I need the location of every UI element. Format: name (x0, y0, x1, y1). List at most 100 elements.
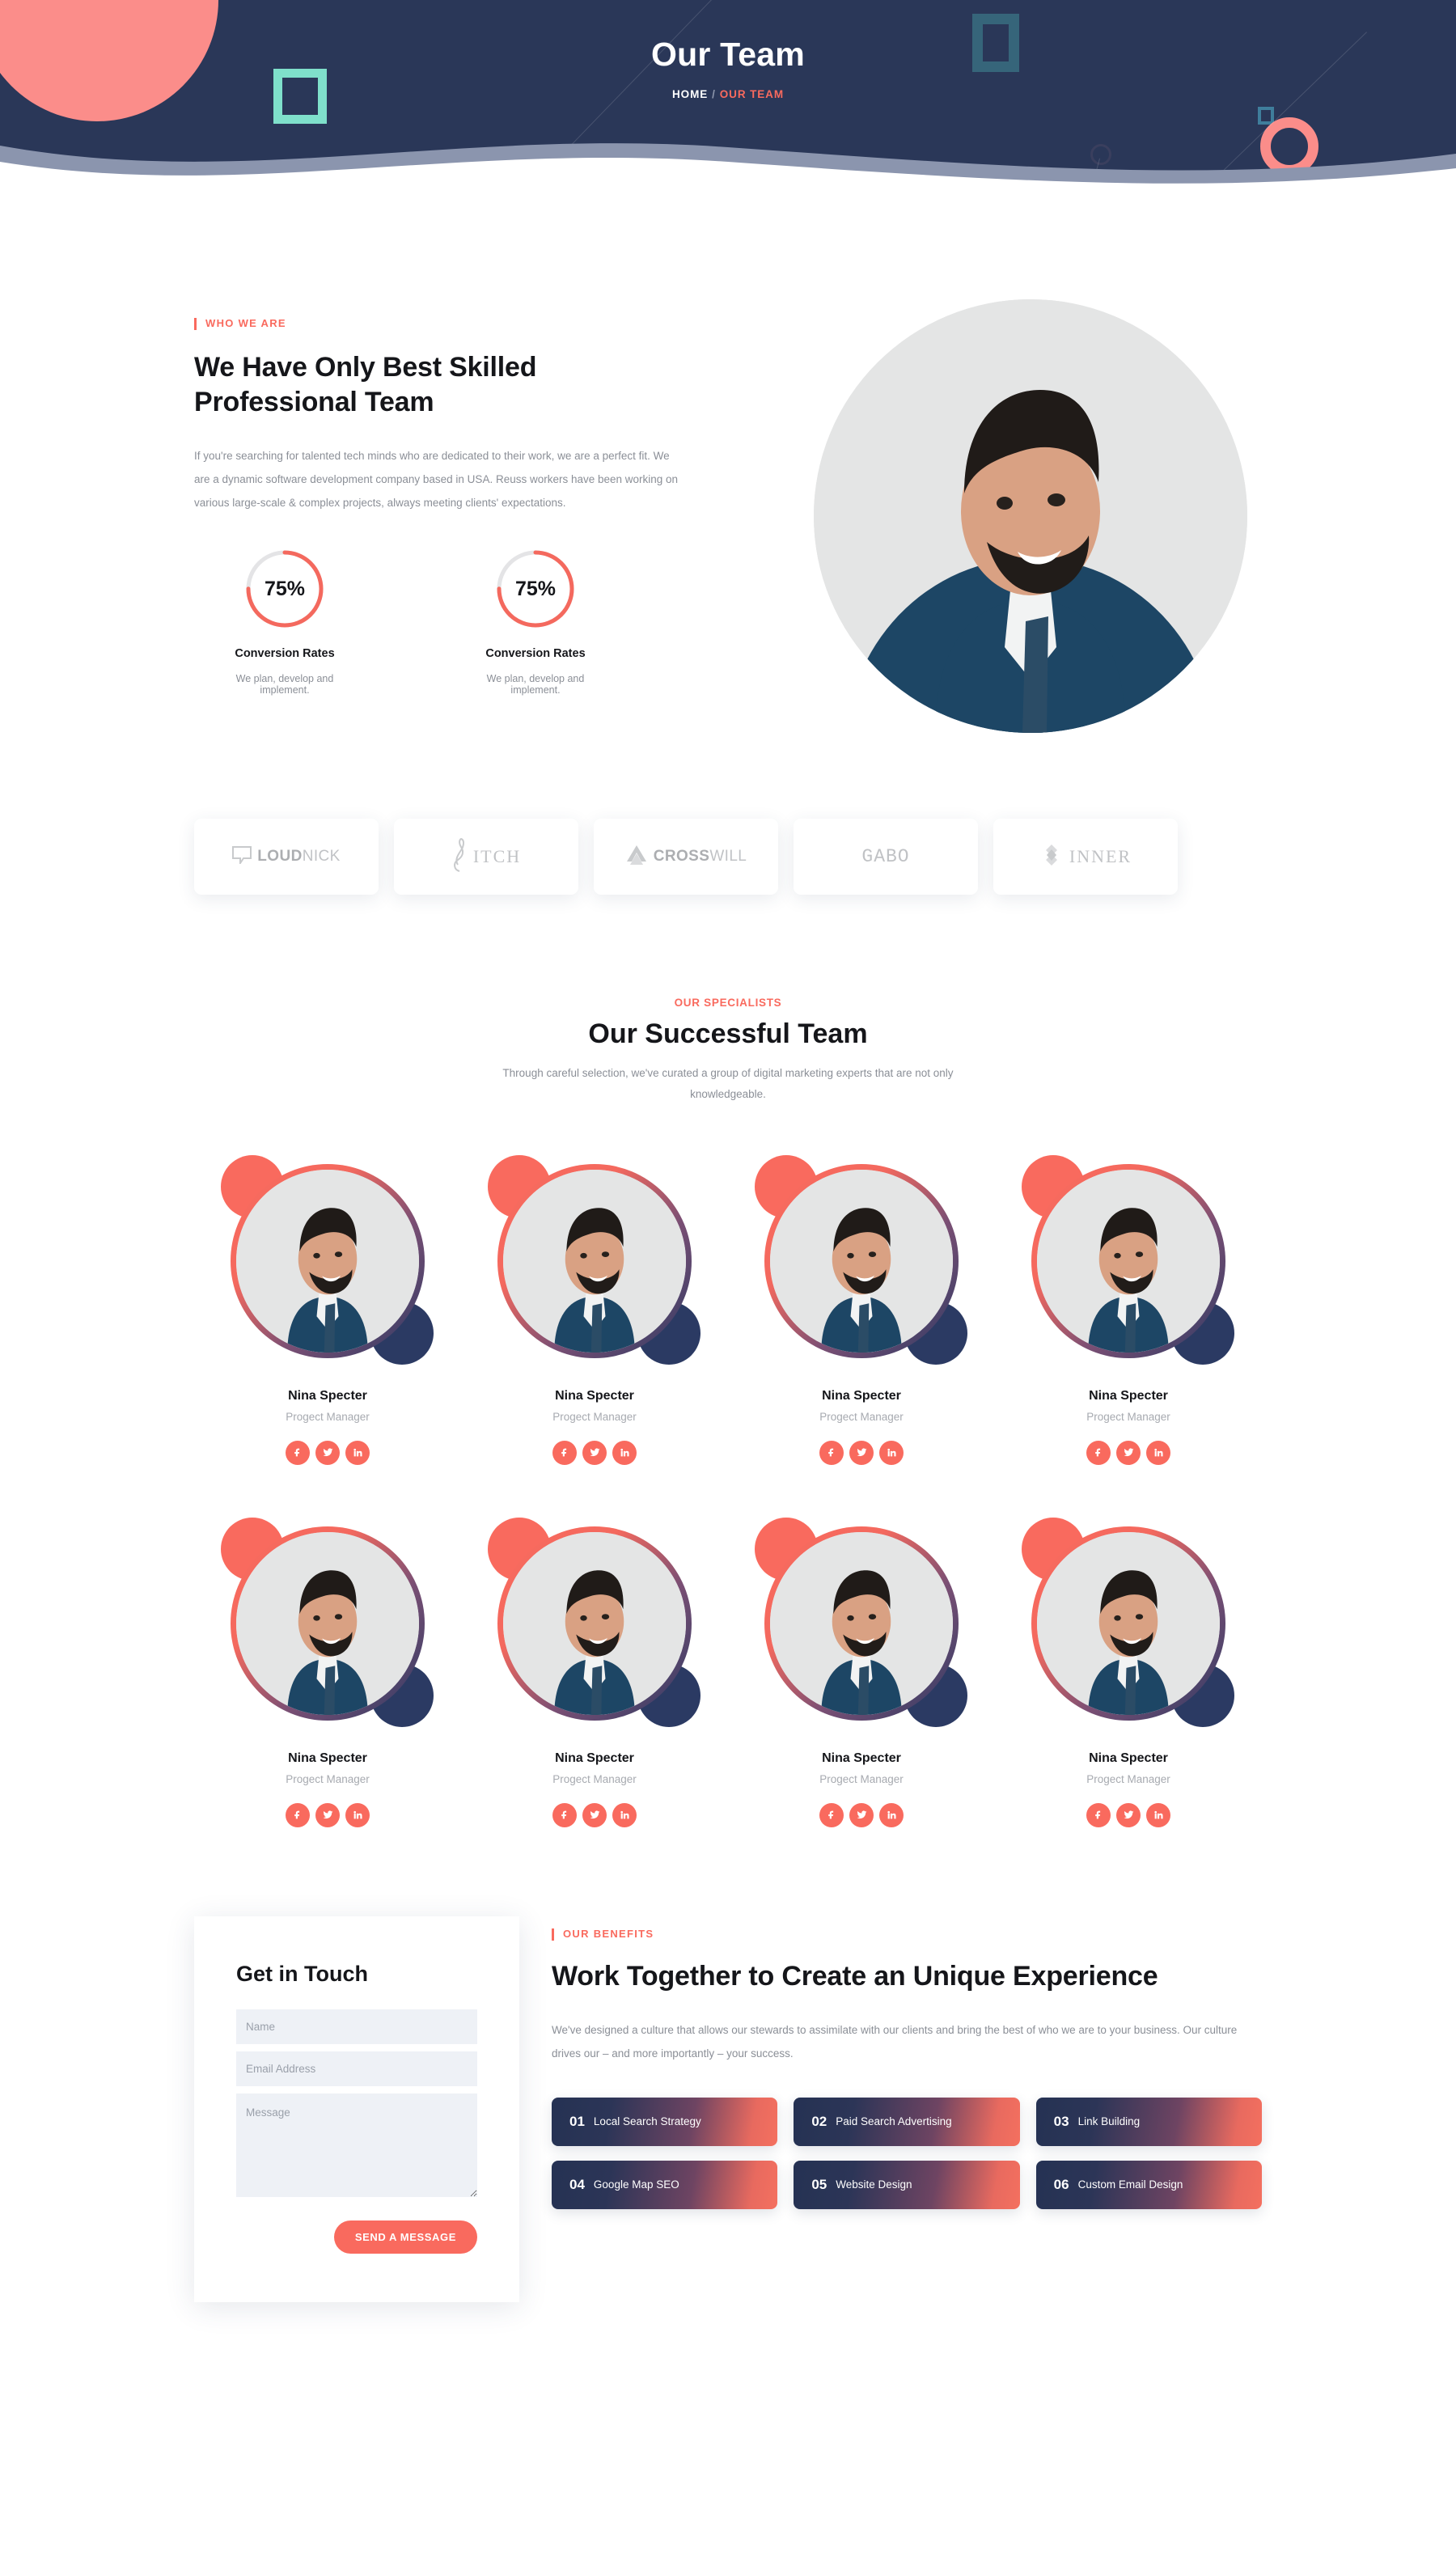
team-member-name: Nina Specter (555, 1388, 634, 1403)
team-member-avatar (1020, 1515, 1237, 1732)
linkedin-icon[interactable] (345, 1802, 370, 1827)
page-title: Our Team (651, 36, 805, 73)
message-textarea[interactable] (236, 2093, 477, 2197)
benefit-pill[interactable]: 04 Google Map SEO (552, 2160, 778, 2209)
facebook-icon[interactable] (819, 1440, 844, 1465)
twitter-icon[interactable] (849, 1440, 874, 1465)
benefit-pill[interactable]: 03 Link Building (1035, 2097, 1262, 2146)
benefit-pill-number: 05 (811, 2176, 827, 2192)
stat-description: We plan, develop and implement. (486, 673, 585, 696)
partner-logo-text: ITCH (472, 846, 522, 866)
twitter-icon[interactable] (849, 1802, 874, 1827)
twitter-icon[interactable] (315, 1440, 340, 1465)
chevron-mark-icon (625, 844, 648, 870)
stat-title: Conversion Rates (235, 647, 335, 661)
team-grid: Nina Specter Progect Manager Nina Specter P… (194, 1153, 1262, 1827)
team-member-card: Nina Specter Progect Manager (194, 1515, 461, 1827)
stat-block: 75% Conversion Rates We plan, develop an… (225, 548, 345, 696)
twitter-icon[interactable] (582, 1802, 607, 1827)
benefit-pill-number: 02 (811, 2113, 827, 2129)
benefits-heading: Work Together to Create an Unique Experi… (552, 1960, 1158, 1992)
who-we-are-heading: We Have Only Best Skilled Professional T… (194, 352, 537, 418)
facebook-icon[interactable] (1086, 1802, 1111, 1827)
facebook-icon[interactable] (552, 1440, 577, 1465)
team-member-avatar (219, 1515, 436, 1732)
breadcrumb-home-link[interactable]: HOME (672, 88, 708, 100)
twitter-icon[interactable] (582, 1440, 607, 1465)
benefit-pill-label: Custom Email Design (1077, 2178, 1183, 2191)
linkedin-icon[interactable] (879, 1802, 904, 1827)
team-member-socials (194, 1802, 461, 1827)
facebook-icon[interactable] (819, 1802, 844, 1827)
partner-logos-section: LOUDNICK ITCH CROSSWILL GABO INNER (0, 733, 1456, 895)
avatar (1037, 1169, 1220, 1353)
facebook-icon[interactable] (552, 1802, 577, 1827)
benefit-pill-number: 06 (1053, 2176, 1069, 2192)
benefit-pill-number: 03 (1053, 2113, 1069, 2129)
twitter-icon[interactable] (315, 1802, 340, 1827)
team-member-socials (461, 1802, 728, 1827)
linkedin-icon[interactable] (345, 1440, 370, 1465)
treble-clef-icon (451, 837, 468, 877)
team-member-role: Progect Manager (819, 1410, 904, 1423)
team-member-card: Nina Specter Progect Manager (728, 1153, 995, 1465)
breadcrumb-separator: / (712, 88, 716, 100)
stat-title: Conversion Rates (485, 647, 586, 661)
name-input[interactable] (236, 2009, 477, 2044)
benefits-section: Get in Touch SEND A MESSAGE OUR BENEFITS… (0, 1827, 1456, 2399)
team-member-name: Nina Specter (1089, 1388, 1168, 1403)
partner-logo-text: INNER (1069, 846, 1132, 866)
benefit-pill[interactable]: 02 Paid Search Advertising (794, 2097, 1020, 2146)
team-member-avatar (486, 1153, 703, 1370)
benefits-paragraph: We've designed a culture that allows our… (552, 2023, 1238, 2060)
team-member-card: Nina Specter Progect Manager (461, 1515, 728, 1827)
twitter-icon[interactable] (1116, 1440, 1141, 1465)
partner-logo-text: GABO (861, 846, 910, 867)
team-member-avatar (219, 1153, 436, 1370)
team-member-role: Progect Manager (1086, 1772, 1170, 1785)
twitter-icon[interactable] (1116, 1802, 1141, 1827)
team-subtext: Through careful selection, we've curated… (502, 1067, 954, 1101)
benefit-pill-label: Local Search Strategy (593, 2115, 701, 2128)
benefit-pill[interactable]: 01 Local Search Strategy (552, 2097, 778, 2146)
stats-row: 75% Conversion Rates We plan, develop an… (194, 548, 696, 696)
team-member-socials (194, 1440, 461, 1465)
linkedin-icon[interactable] (879, 1440, 904, 1465)
partner-logo-pitch[interactable]: ITCH (394, 819, 578, 895)
facebook-icon[interactable] (286, 1802, 310, 1827)
avatar (236, 1169, 419, 1353)
stat-description: We plan, develop and implement. (235, 673, 334, 696)
linkedin-icon[interactable] (1146, 1802, 1170, 1827)
send-message-button[interactable]: SEND A MESSAGE (333, 2220, 477, 2254)
linkedin-icon[interactable] (612, 1440, 637, 1465)
progress-ring: 75% (495, 548, 576, 629)
facebook-icon[interactable] (286, 1440, 310, 1465)
team-member-avatar (753, 1515, 970, 1732)
stat-percent: 75% (264, 577, 306, 600)
team-member-name: Nina Specter (288, 1751, 367, 1765)
team-member-name: Nina Specter (555, 1751, 634, 1765)
avatar-gradient-ring (1031, 1526, 1225, 1721)
avatar (1037, 1531, 1220, 1715)
partner-logos-row: LOUDNICK ITCH CROSSWILL GABO INNER (194, 819, 1262, 895)
facebook-icon[interactable] (1086, 1440, 1111, 1465)
avatar (236, 1531, 419, 1715)
partner-logo-inner[interactable]: INNER (993, 819, 1178, 895)
team-member-card: Nina Specter Progect Manager (995, 1153, 1262, 1465)
benefit-pill[interactable]: 05 Website Design (794, 2160, 1020, 2209)
team-member-role: Progect Manager (552, 1772, 637, 1785)
benefit-pill[interactable]: 06 Custom Email Design (1035, 2160, 1262, 2209)
team-member-avatar (1020, 1153, 1237, 1370)
stat-block: 75% Conversion Rates We plan, develop an… (476, 548, 595, 696)
partner-logo-loudnick[interactable]: LOUDNICK (194, 819, 379, 895)
email-input[interactable] (236, 2051, 477, 2086)
team-member-avatar (486, 1515, 703, 1732)
avatar (770, 1169, 953, 1353)
contact-title: Get in Touch (236, 1961, 368, 1986)
team-member-card: Nina Specter Progect Manager (461, 1153, 728, 1465)
partner-logo-crosswill[interactable]: CROSSWILL (594, 819, 778, 895)
partner-logo-gabo[interactable]: GABO (794, 819, 978, 895)
banner-wave-divider (0, 126, 1456, 188)
linkedin-icon[interactable] (1146, 1440, 1170, 1465)
linkedin-icon[interactable] (612, 1802, 637, 1827)
